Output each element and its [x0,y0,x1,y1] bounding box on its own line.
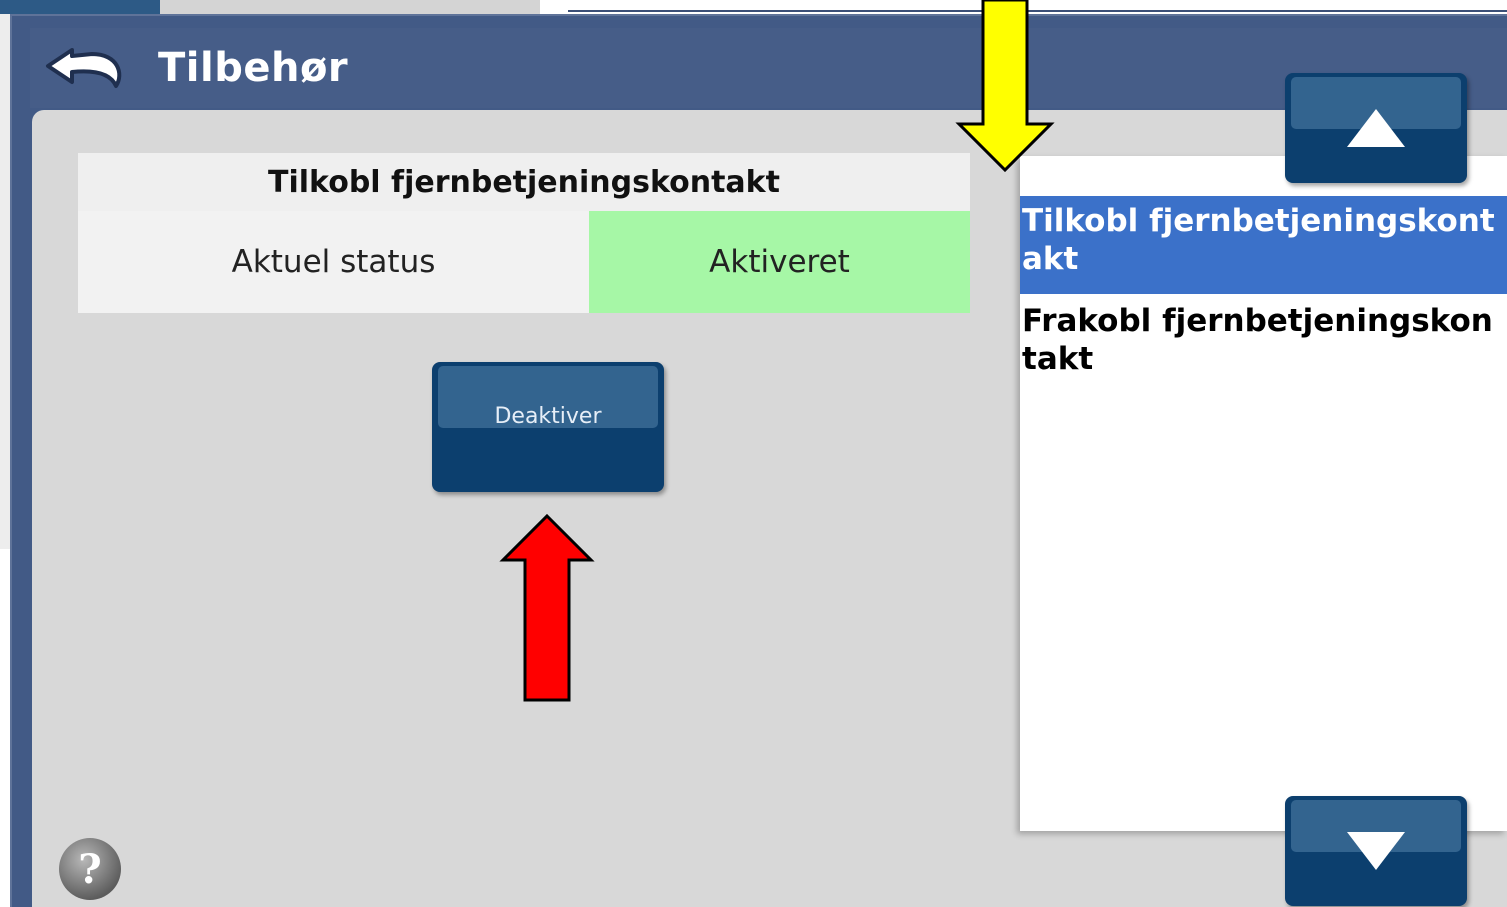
background-separator [540,0,568,14]
dialog-title: Tilbehør [158,45,349,91]
status-heading: Tilkobl fjernbetjeningskontakt [78,153,970,211]
status-table: Tilkobl fjernbetjeningskontakt Aktuel st… [78,153,970,313]
back-arrow-icon[interactable] [42,36,132,100]
background-toolbar-field [160,0,542,14]
triangle-up-icon [1347,109,1405,147]
red-arrow-annotation [499,514,595,702]
status-value: Aktiveret [589,211,970,313]
yellow-arrow-annotation [955,0,1055,172]
deactivate-button[interactable]: Deaktiver [432,362,664,492]
option-list: Tilkobl fjernbetjeningskontakt Frakobl f… [1020,156,1507,831]
scroll-down-button[interactable] [1285,796,1467,906]
question-mark-icon[interactable]: ? [57,836,123,902]
triangle-down-icon [1347,832,1405,870]
list-item-connect[interactable]: Tilkobl fjernbetjeningskontakt [1020,196,1507,294]
svg-text:?: ? [78,846,101,893]
list-item-disconnect[interactable]: Frakobl fjernbetjeningskontakt [1020,296,1507,394]
scroll-up-button[interactable] [1285,73,1467,183]
deactivate-button-label: Deaktiver [494,403,602,429]
background-toolbar [0,0,160,14]
status-label: Aktuel status [78,211,589,313]
